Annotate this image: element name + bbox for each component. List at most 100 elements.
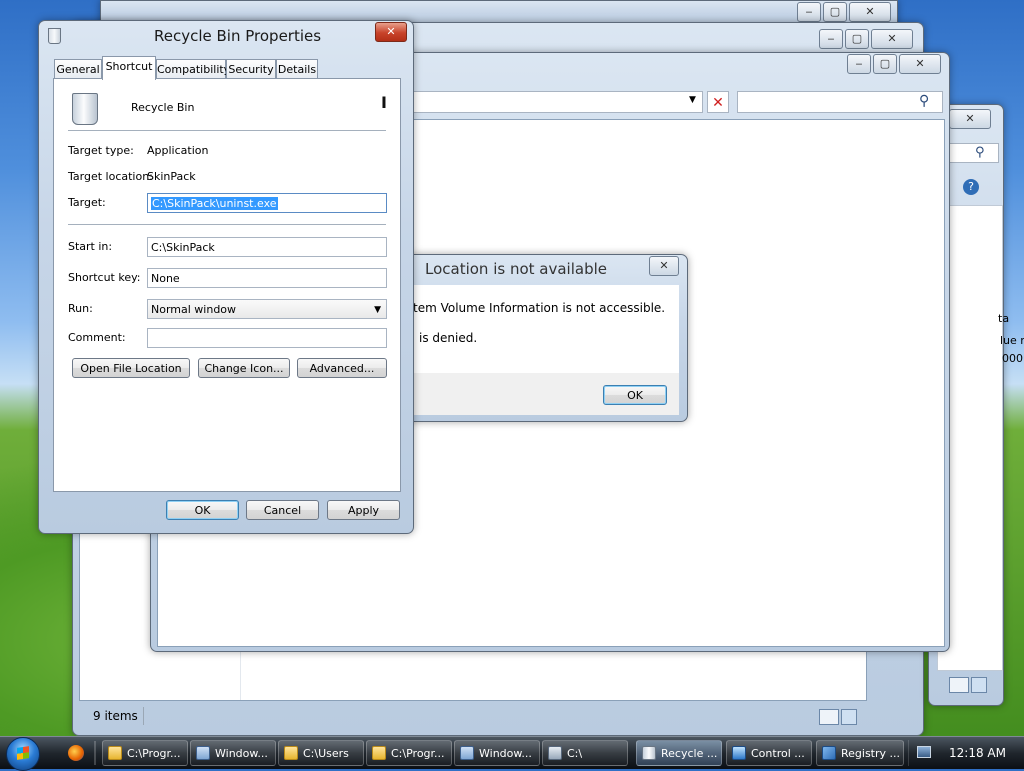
taskbar-item-window-2[interactable]: Window...	[454, 740, 540, 766]
window-icon	[196, 746, 210, 760]
windows-logo-icon	[17, 746, 29, 760]
folder-icon	[284, 746, 298, 760]
cancel-button[interactable]: Cancel	[246, 500, 319, 520]
target-field-selected-text: C:\SkinPack\uninst.exe	[151, 197, 278, 210]
tab-details[interactable]: Details	[276, 59, 318, 79]
taskbar-item-label: Control ...	[751, 747, 805, 760]
target-label: Target:	[68, 196, 106, 209]
error-message-line-1: tem Volume Information is not accessible…	[413, 301, 666, 315]
search-box[interactable]	[943, 143, 999, 163]
folder-icon	[108, 746, 122, 760]
drive-icon	[548, 746, 562, 760]
registry-icon	[822, 746, 836, 760]
stop-icon[interactable]: ✕	[707, 91, 729, 113]
search-icon[interactable]: ⚲	[975, 145, 985, 160]
taskbar-item-progr-2[interactable]: C:\Progr...	[366, 740, 452, 766]
run-select[interactable]: Normal window ▼	[147, 299, 387, 319]
preview-view-icon[interactable]	[971, 677, 987, 693]
separator-top	[68, 130, 386, 131]
comment-label: Comment:	[68, 331, 126, 344]
maximize-button[interactable]: ▢	[823, 2, 847, 22]
taskbar-item-label: Window...	[479, 747, 532, 760]
properties-dialog: Recycle Bin Properties ✕ General Shortcu…	[38, 20, 414, 534]
taskbar-item-control[interactable]: Control ...	[726, 740, 812, 766]
status-bar: 9 items	[79, 703, 865, 729]
run-label: Run:	[68, 302, 93, 315]
taskbar-item-users[interactable]: C:\Users	[278, 740, 364, 766]
preview-view-icon[interactable]	[841, 709, 857, 725]
start-orb-icon[interactable]	[6, 737, 40, 771]
minimize-button[interactable]: ‒	[847, 54, 871, 74]
chevron-down-icon[interactable]: ▼	[689, 95, 696, 105]
taskbar-item-window-1[interactable]: Window...	[190, 740, 276, 766]
taskbar-item-registry[interactable]: Registry ...	[816, 740, 904, 766]
target-type-value: Application	[147, 144, 209, 157]
error-ok-button[interactable]: OK	[603, 385, 667, 405]
error-message-line-2: is denied.	[419, 331, 478, 345]
dialog-title: Recycle Bin Properties	[154, 27, 322, 45]
firefox-icon[interactable]	[68, 745, 84, 761]
search-icon[interactable]: ⚲	[919, 93, 929, 109]
tab-compatibility[interactable]: Compatibility	[156, 59, 230, 79]
error-dialog-body: tem Volume Information is not accessible…	[405, 285, 679, 373]
close-button[interactable]: ✕	[849, 2, 891, 22]
clock[interactable]: 12:18 AM	[949, 746, 1006, 760]
value-fragment-2: 000	[1002, 352, 1023, 365]
tab-strip: General Shortcut Compatibility Security …	[54, 56, 400, 80]
search-box[interactable]	[737, 91, 943, 113]
target-type-label: Target type:	[68, 144, 134, 157]
tab-security[interactable]: Security	[226, 59, 276, 79]
start-in-field[interactable]: C:\SkinPack	[147, 237, 387, 257]
recycle-bin-icon	[642, 746, 656, 760]
error-dialog: Location is not available ✕ tem Volume I…	[404, 254, 688, 422]
status-item-count: 9 items	[93, 709, 138, 723]
separator-middle	[68, 224, 386, 225]
close-button[interactable]: ✕	[949, 109, 991, 129]
status-divider	[143, 707, 144, 725]
comment-field[interactable]	[147, 328, 387, 348]
advanced-button[interactable]: Advanced...	[297, 358, 387, 378]
quicklaunch-divider	[94, 741, 96, 765]
chevron-down-icon: ▼	[374, 305, 381, 315]
target-location-label: Target location:	[68, 170, 153, 183]
taskbar-item-label: Recycle ...	[661, 747, 718, 760]
folder-icon	[372, 746, 386, 760]
shortcut-key-field[interactable]: None	[147, 268, 387, 288]
taskbar: C:\Progr... Window... C:\Users C:\Progr.…	[0, 736, 1024, 771]
taskbar-item-label: C:\Progr...	[127, 747, 181, 760]
error-dialog-title: Location is not available	[425, 260, 607, 278]
tab-shortcut[interactable]: Shortcut	[102, 56, 156, 80]
target-location-value: SkinPack	[147, 170, 196, 183]
tab-general[interactable]: General	[54, 59, 102, 79]
minimize-button[interactable]: ‒	[797, 2, 821, 22]
taskbar-item-recycle[interactable]: Recycle ...	[636, 740, 722, 766]
maximize-button[interactable]: ▢	[845, 29, 869, 49]
maximize-button[interactable]: ▢	[873, 54, 897, 74]
close-button[interactable]: ✕	[899, 54, 941, 74]
item-name: Recycle Bin	[131, 101, 195, 114]
apply-button[interactable]: Apply	[327, 500, 400, 520]
taskbar-item-label: Registry ...	[841, 747, 901, 760]
taskbar-item-drive-c[interactable]: C:\	[542, 740, 628, 766]
system-tray: 12:18 AM	[908, 740, 1021, 766]
details-view-icon[interactable]	[949, 677, 969, 693]
close-button[interactable]: ✕	[649, 256, 679, 276]
taskbar-item-label: Window...	[215, 747, 268, 760]
minimize-button[interactable]: ‒	[819, 29, 843, 49]
text-cursor-icon: I	[381, 93, 387, 112]
target-field[interactable]: C:\SkinPack\uninst.exe	[147, 193, 387, 213]
open-file-location-button[interactable]: Open File Location	[72, 358, 190, 378]
start-in-label: Start in:	[68, 240, 113, 253]
close-button[interactable]: ✕	[375, 22, 407, 42]
taskbar-item-progr-1[interactable]: C:\Progr...	[102, 740, 188, 766]
close-button[interactable]: ✕	[871, 29, 913, 49]
taskbar-item-label: C:\Users	[303, 747, 349, 760]
window-icon	[460, 746, 474, 760]
help-icon[interactable]: ?	[963, 179, 979, 195]
taskbar-item-label: C:\Progr...	[391, 747, 445, 760]
change-icon-button[interactable]: Change Icon...	[198, 358, 290, 378]
network-icon[interactable]	[917, 746, 931, 758]
details-view-icon[interactable]	[819, 709, 839, 725]
control-panel-icon	[732, 746, 746, 760]
ok-button[interactable]: OK	[166, 500, 239, 520]
